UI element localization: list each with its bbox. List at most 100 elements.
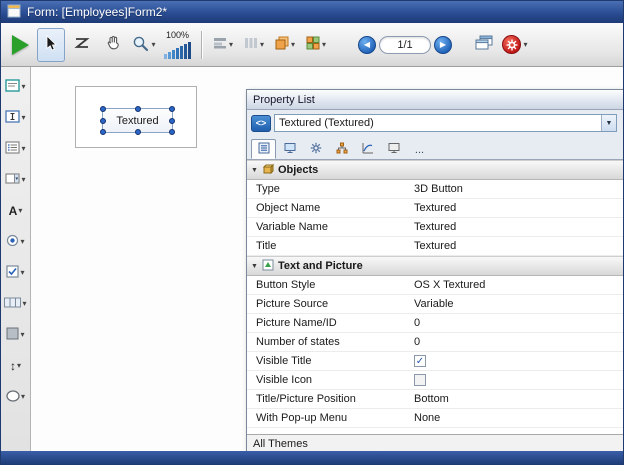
selection-handle[interactable] [100,106,106,112]
label-icon: A [9,205,18,217]
text-area-icon [5,79,20,95]
tab-events[interactable] [355,139,380,159]
splitter-tool[interactable]: ↕ ▾ [1,354,30,378]
entry-order-tool-button[interactable] [68,28,96,62]
rectangle-tool[interactable]: ▾ [1,323,30,347]
distribute-dropdown-icon[interactable]: ▾ [260,41,264,49]
property-value[interactable]: Textured [410,202,624,214]
window-title: Form: [Employees]Form2* [27,5,167,19]
property-value[interactable]: OS X Textured [410,279,624,291]
text-area-tool[interactable]: ▾ [1,75,30,99]
tab-more[interactable]: ... [407,139,432,159]
object-selector-icon[interactable]: <> [251,115,271,132]
selection-handle[interactable] [169,129,175,135]
tool-dropdown-icon[interactable]: ▾ [20,331,24,339]
object-selector-dropdown[interactable]: Textured (Textured) ▼ [274,114,617,132]
align-dropdown-icon[interactable]: ▾ [229,41,233,49]
selection-handle[interactable] [100,129,106,135]
settings-tool-button[interactable]: ▾ [501,28,529,62]
selection-handle[interactable] [100,118,106,124]
textured-button[interactable]: Textured [102,108,173,133]
property-value[interactable]: 0 [410,317,624,329]
zoom-tool-button[interactable]: ▾ [130,28,158,62]
select-tool-button[interactable] [37,28,65,62]
button-grid-tool[interactable]: ▾ [1,292,30,316]
property-row-picture-source: Picture Source Variable [247,295,624,314]
zoom-dropdown-icon[interactable]: ▾ [151,41,155,49]
view-options-button[interactable]: ▾ [620,114,624,132]
tool-dropdown-icon[interactable]: ▾ [22,300,26,308]
property-value[interactable]: 3D Button [410,183,624,195]
collapse-triangle-icon[interactable]: ▼ [251,263,258,270]
splitter-icon: ↕ [10,360,16,372]
next-page-icon: ▶ [440,40,446,49]
form-canvas[interactable]: Textured Property List × [31,67,623,451]
tab-properties[interactable] [251,139,276,159]
property-value[interactable]: Variable [410,298,624,310]
duplicate-dropdown-icon[interactable]: ▾ [291,41,295,49]
settings-dropdown-icon[interactable]: ▾ [523,41,527,49]
section-header-objects[interactable]: ▼ Objects [247,160,624,180]
tab-preview[interactable] [381,139,406,159]
textured-button-label: Textured [116,115,158,127]
tool-dropdown-icon[interactable]: ▾ [21,114,25,122]
tool-dropdown-icon[interactable]: ▾ [21,83,25,91]
zoom-bars-icon[interactable] [164,41,191,59]
page-indicator-field[interactable]: 1/1 [379,36,431,54]
form-area[interactable]: Textured [75,86,197,148]
next-page-button[interactable]: ▶ [434,36,452,54]
property-row-with-popup-menu: With Pop-up Menu None [247,409,624,428]
themes-footer[interactable]: All Themes ◀ [247,434,624,452]
move-tool-button[interactable] [99,28,127,62]
property-value[interactable]: 0 [410,336,624,348]
combo-box-tool[interactable]: ▾ [1,168,30,192]
combo-arrow-icon[interactable]: ▼ [601,115,616,131]
tool-dropdown-icon[interactable]: ▾ [17,362,21,370]
visible-title-checkbox[interactable]: ✓ [414,355,426,367]
duplicate-tool-button[interactable]: ▾ [271,28,299,62]
tool-dropdown-icon[interactable]: ▾ [21,393,25,401]
tool-dropdown-icon[interactable]: ▾ [21,145,25,153]
selection-handle[interactable] [169,106,175,112]
window-titlebar[interactable]: Form: [Employees]Form2* [1,1,623,23]
tool-dropdown-icon[interactable]: ▾ [18,207,22,215]
collapse-triangle-icon[interactable]: ▼ [251,167,258,174]
run-form-button[interactable] [6,28,34,62]
property-list-titlebar[interactable]: Property List × [247,90,624,110]
matrix-tool-button[interactable]: ▾ [302,28,330,62]
property-value[interactable]: Textured [410,221,624,233]
align-tool-button[interactable]: ▾ [209,28,237,62]
section-header-text-and-picture[interactable]: ▼ Text and Picture [247,256,624,276]
tool-dropdown-icon[interactable]: ▾ [20,238,24,246]
property-row-type: Type 3D Button [247,180,624,199]
tool-dropdown-icon[interactable]: ▾ [20,269,24,277]
property-value[interactable]: Textured [410,240,624,252]
distribute-tool-button[interactable]: ▾ [240,28,268,62]
list-tool[interactable]: ▾ [1,137,30,161]
matrix-dropdown-icon[interactable]: ▾ [322,41,326,49]
previous-page-button[interactable]: ◀ [358,36,376,54]
input-field-tool[interactable]: ▾ [1,106,30,130]
oval-tool[interactable]: ▾ [1,385,30,409]
selection-handle[interactable] [135,106,141,112]
tool-dropdown-icon[interactable]: ▾ [21,176,25,184]
selection-handle[interactable] [135,129,141,135]
zoom-level-widget[interactable]: 100% [161,27,194,63]
property-value[interactable]: None [410,412,624,424]
properties-tab-icon [258,142,270,157]
property-value[interactable]: Bottom [410,393,624,405]
themes-filter-label[interactable]: All Themes [253,438,308,450]
tab-settings[interactable] [303,139,328,159]
radio-button-tool[interactable]: ▾ [1,230,30,254]
forms-window-button[interactable] [470,28,498,62]
selection-handle[interactable] [169,118,175,124]
tab-display[interactable] [277,139,302,159]
tab-hierarchy[interactable] [329,139,354,159]
selected-object-label: Textured (Textured) [275,117,601,129]
checkbox-tool[interactable]: ▾ [1,261,30,285]
previous-page-icon: ◀ [364,40,370,49]
label-tool[interactable]: A ▾ [1,199,30,223]
object-selector-row: <> Textured (Textured) ▼ ▾ [247,110,624,136]
visible-icon-checkbox[interactable] [414,374,426,386]
gear-icon [502,35,521,54]
